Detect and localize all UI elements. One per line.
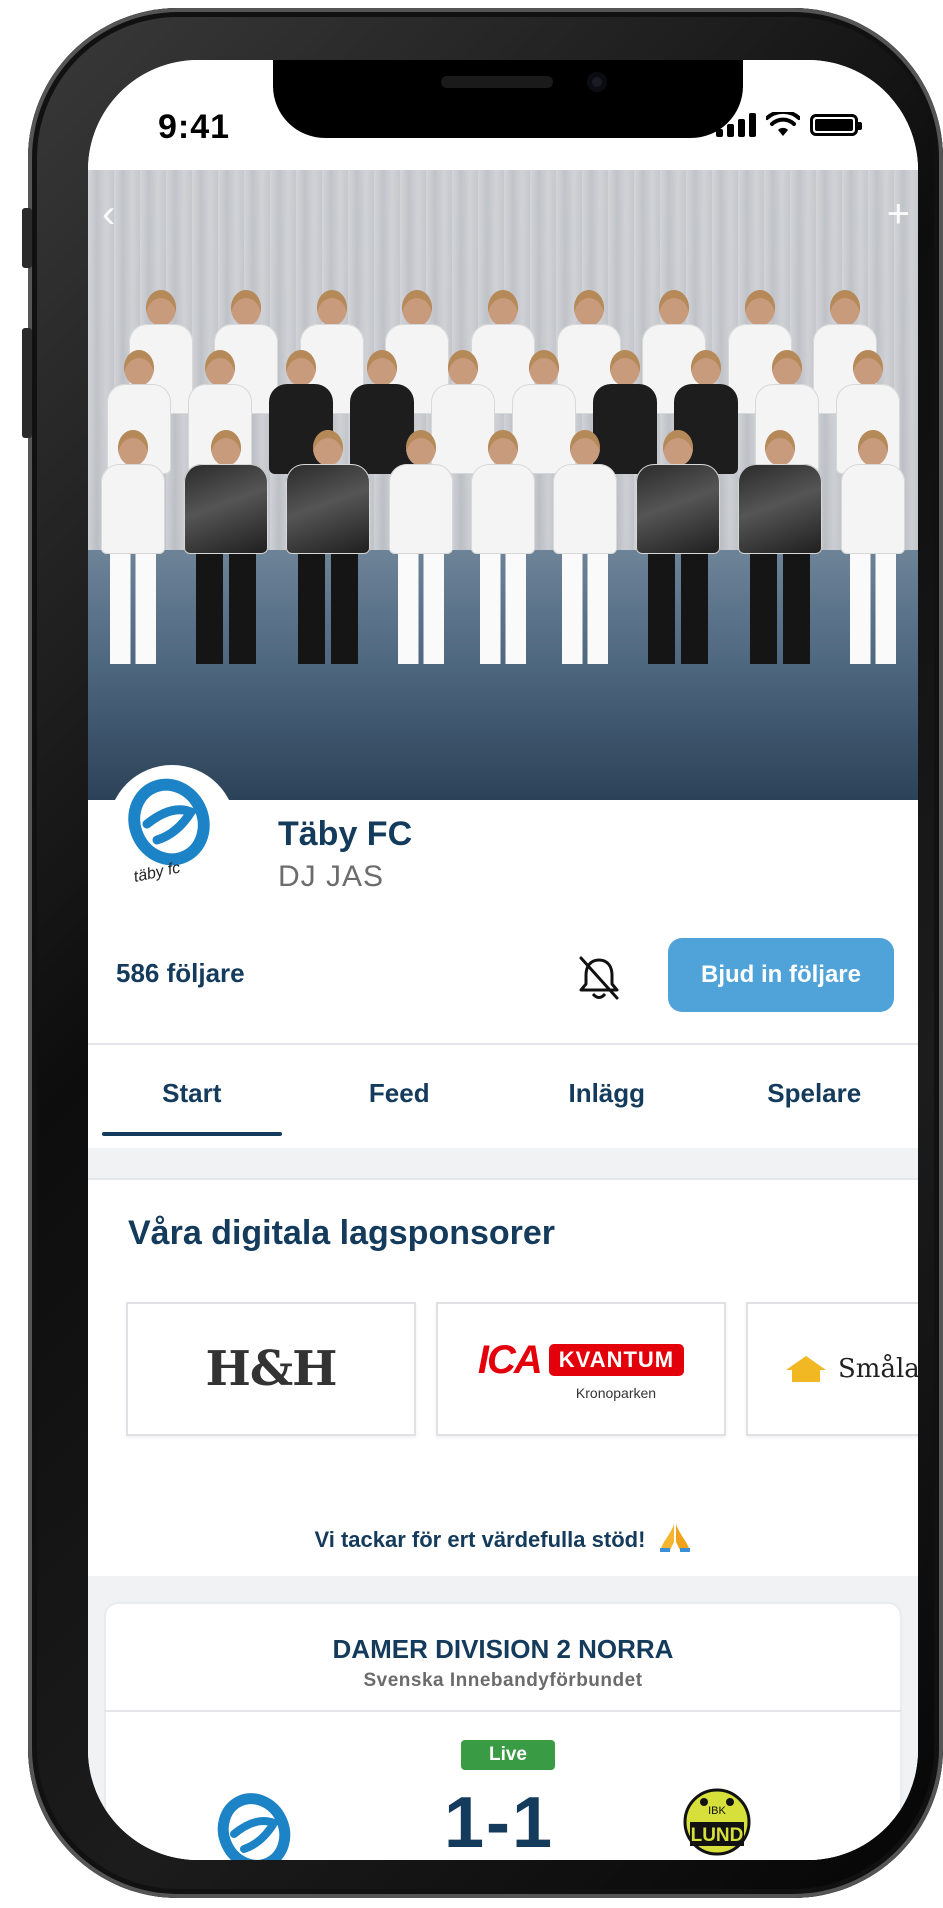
earpiece-speaker — [441, 76, 553, 88]
back-chevron-icon[interactable]: ‹ — [102, 192, 115, 237]
house-icon — [786, 1356, 826, 1382]
away-team-logo: IBK LUND — [682, 1784, 752, 1860]
notch — [273, 60, 743, 138]
wifi-icon — [766, 112, 800, 136]
team-front-row — [88, 430, 918, 664]
app-screen: 9:41 ‹ + täby fc Täby FC DJ JAS 586 följ… — [88, 60, 918, 1860]
player-figure — [101, 430, 166, 664]
invite-followers-button[interactable]: Bjud in följare — [668, 938, 894, 1012]
tab-start[interactable]: Start — [88, 1060, 296, 1144]
goalkeeper-figure — [635, 430, 720, 664]
club-name: Täby FC — [278, 815, 413, 853]
plus-icon[interactable]: + — [887, 192, 910, 237]
match-score: 1-1 — [444, 1783, 555, 1860]
team-cover-photo: ‹ + — [88, 170, 918, 800]
divider — [88, 1178, 918, 1180]
sponsor-card-smala[interactable]: Småla — [746, 1302, 918, 1436]
kvantum-badge: KVANTUM — [548, 1344, 685, 1376]
sponsor-carousel[interactable]: H&H ICA KVANTUM Kronoparken Småla — [126, 1302, 918, 1436]
player-figure — [840, 430, 905, 664]
praying-hands-icon — [659, 1524, 690, 1552]
followers-count[interactable]: 586 följare — [116, 958, 245, 989]
sponsor-card-ica[interactable]: ICA KVANTUM Kronoparken — [436, 1302, 726, 1436]
front-camera — [587, 72, 607, 92]
ica-store-name: Kronoparken — [575, 1384, 657, 1401]
away-logo-ibk: IBK — [708, 1805, 726, 1817]
smala-wordmark: Småla — [838, 1354, 918, 1384]
away-logo-lund: LUND — [691, 1825, 744, 1846]
notifications-toggle[interactable] — [571, 950, 627, 1006]
goalkeeper-figure — [286, 430, 371, 664]
logo-wordmark: täby fc — [132, 859, 182, 884]
divider — [88, 1043, 918, 1045]
sponsor-thanks-text: Vi tackar för ert värdefulla stöd! — [314, 1527, 646, 1552]
club-logo: täby fc — [108, 765, 236, 893]
ica-wordmark: ICA — [477, 1337, 543, 1382]
tab-feed[interactable]: Feed — [296, 1060, 504, 1144]
sponsor-logo-hh: H&H — [205, 1341, 337, 1397]
mute-switch — [22, 208, 32, 268]
sponsors-heading: Våra digitala lagsponsorer — [128, 1214, 556, 1252]
tab-inlagg[interactable]: Inlägg — [503, 1060, 711, 1144]
sponsor-card-hh[interactable]: H&H — [126, 1302, 416, 1436]
goalkeeper-figure — [183, 430, 268, 664]
status-icons — [716, 112, 862, 138]
live-badge: Live — [461, 1740, 555, 1770]
home-team-logo — [208, 1788, 308, 1860]
section-separator — [88, 1148, 918, 1178]
volume-up-button — [22, 328, 32, 438]
tab-spelare[interactable]: Spelare — [711, 1060, 919, 1144]
player-figure — [470, 430, 535, 664]
club-logo-mark: täby fc — [128, 778, 210, 884]
player-figure — [553, 430, 618, 664]
goalkeeper-figure — [738, 430, 823, 664]
league-organizer: Svenska Innebandyförbundet — [363, 1670, 643, 1691]
league-name: DAMER DIVISION 2 NORRA — [332, 1634, 674, 1664]
battery-icon — [810, 114, 862, 136]
divider — [104, 1710, 902, 1712]
sponsor-logo-ica: ICA KVANTUM Kronoparken — [477, 1337, 685, 1401]
team-name: DJ JAS — [278, 860, 385, 893]
away-logo-mark: IBK LUND — [683, 1788, 751, 1856]
tab-bar: Start Feed Inlägg Spelare — [88, 1060, 918, 1144]
player-figure — [388, 430, 453, 664]
sponsor-logo-smala: Småla — [784, 1354, 918, 1384]
sponsor-thanks: Vi tackar för ert värdefulla stöd! — [88, 1520, 918, 1554]
bell-off-icon — [579, 956, 619, 1000]
status-time: 9:41 — [158, 108, 231, 146]
home-logo-mark — [217, 1793, 291, 1860]
